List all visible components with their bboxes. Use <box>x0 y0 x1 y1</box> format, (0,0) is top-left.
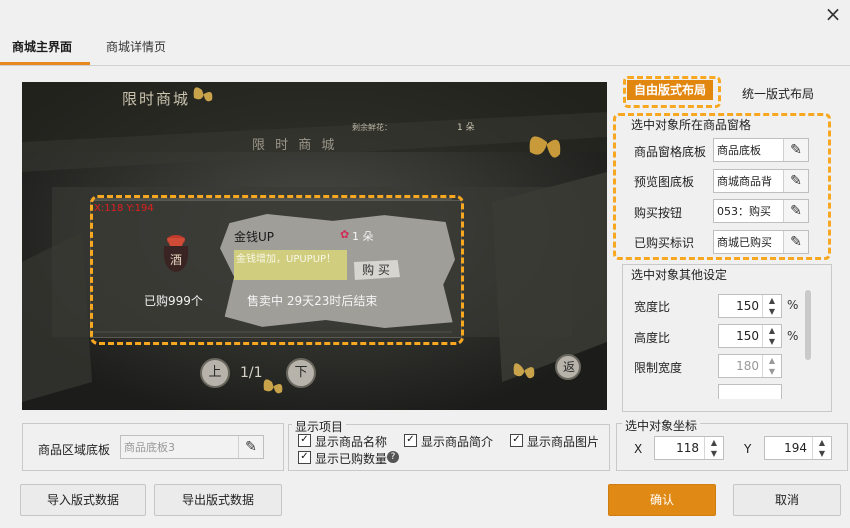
next-page-button[interactable]: 下 <box>286 358 316 388</box>
shop-title: 限时商城 <box>122 90 191 108</box>
field-value: 商品底板3 <box>124 441 175 454</box>
edit-icon[interactable]: ✎ <box>783 139 808 161</box>
cell-row-label: 购买按钮 <box>634 206 683 220</box>
limit-width-label: 限制宽度 <box>634 361 683 375</box>
show-image-label: 显示商品图片 <box>527 435 600 449</box>
area-bg-label: 商品区域底板 <box>38 443 111 457</box>
page-indicator: 1/1 <box>240 365 263 381</box>
shop-subtitle: 限 时 商 城 <box>252 138 338 153</box>
other-group-title: 选中对象其他设定 <box>628 266 731 283</box>
settings-scrollbar[interactable] <box>805 290 811 360</box>
cancel-button[interactable]: 取消 <box>733 484 841 516</box>
cell-row-label: 已购买标识 <box>634 236 695 250</box>
height-ratio-label: 高度比 <box>634 331 671 345</box>
stepper-arrows-icon[interactable]: ▲ ▼ <box>812 437 831 459</box>
show-image-checkbox[interactable]: ✓ <box>510 434 523 447</box>
y-stepper[interactable]: 194 ▲ ▼ <box>764 436 832 460</box>
help-icon[interactable]: ? <box>387 451 399 463</box>
export-layout-button[interactable]: 导出版式数据 <box>154 484 282 516</box>
edit-icon[interactable]: ✎ <box>238 436 263 458</box>
percent-unit: % <box>787 298 799 312</box>
hidden-stepper <box>718 384 782 399</box>
limit-width-stepper[interactable]: 180 ▲ ▼ <box>718 354 782 378</box>
x-label: X <box>634 442 643 456</box>
show-intro-checkbox[interactable]: ✓ <box>404 434 417 447</box>
buy-button-field[interactable]: 053：购买 ✎ <box>713 199 809 223</box>
tab-shop-detail[interactable]: 商城详情页 <box>106 36 166 66</box>
back-button[interactable]: 返 <box>558 358 580 375</box>
stepper-value: 194 <box>784 441 807 455</box>
coords-title: 选中对象坐标 <box>622 417 701 434</box>
stepper-arrows-icon[interactable]: ▲ ▼ <box>762 295 781 317</box>
show-bought-checkbox[interactable]: ✓ <box>298 451 311 464</box>
tab-unified-layout[interactable]: 统一版式布局 <box>742 85 814 102</box>
cell-row-label: 商品窗格底板 <box>634 145 707 159</box>
show-bought-label: 显示已购数量 <box>315 452 388 466</box>
width-ratio-stepper[interactable]: 150 ▲ ▼ <box>718 294 782 318</box>
stepper-value: 180 <box>736 359 759 373</box>
stepper-value: 150 <box>736 329 759 343</box>
stepper-value: 150 <box>736 299 759 313</box>
import-layout-button[interactable]: 导入版式数据 <box>20 484 146 516</box>
tab-divider <box>0 65 850 66</box>
edit-icon[interactable]: ✎ <box>783 170 808 192</box>
title-bar <box>0 0 850 30</box>
stepper-arrows-icon[interactable]: ▲ ▼ <box>704 437 723 459</box>
field-value: 053：购买 <box>717 205 771 218</box>
preview-bg-field[interactable]: 商城商品背 ✎ <box>713 169 809 193</box>
field-value: 商城商品背 <box>717 175 772 188</box>
percent-unit: % <box>787 329 799 343</box>
area-bg-field[interactable]: 商品底板3 ✎ <box>120 435 264 459</box>
bought-mark-field[interactable]: 商城已购买 ✎ <box>713 230 809 254</box>
shop-layout-dialog: × 商城主界面 商城详情页 限时商城 限 时 商 城 剩余鲜花： 1 朵 X:1… <box>0 0 850 528</box>
width-ratio-label: 宽度比 <box>634 300 671 314</box>
cell-row-label: 预览图底板 <box>634 175 695 189</box>
show-intro-label: 显示商品简介 <box>421 435 494 449</box>
tab-free-layout[interactable]: 自由版式布局 <box>627 80 713 100</box>
show-name-label: 显示商品名称 <box>315 435 388 449</box>
x-stepper[interactable]: 118 ▲ ▼ <box>654 436 724 460</box>
stepper-arrows-icon[interactable]: ▲ ▼ <box>762 325 781 347</box>
y-label: Y <box>744 442 752 456</box>
height-ratio-stepper[interactable]: 150 ▲ ▼ <box>718 324 782 348</box>
field-value: 商品底板 <box>717 144 761 157</box>
cell-bg-field[interactable]: 商品底板 ✎ <box>713 138 809 162</box>
show-name-checkbox[interactable]: ✓ <box>298 434 311 447</box>
field-value: 商城已购买 <box>717 236 772 249</box>
close-icon[interactable]: × <box>822 4 844 26</box>
edit-icon[interactable]: ✎ <box>783 231 808 253</box>
edit-icon[interactable]: ✎ <box>783 200 808 222</box>
selection-highlight <box>90 195 464 345</box>
stepper-arrows-icon[interactable]: ▲ ▼ <box>762 355 781 377</box>
cell-group-title: 选中对象所在商品窗格 <box>628 116 755 133</box>
confirm-button[interactable]: 确认 <box>608 484 716 516</box>
prev-page-button[interactable]: 上 <box>200 358 230 388</box>
stepper-value: 118 <box>676 441 699 455</box>
remaining-flowers-value: 1 朵 <box>457 123 475 133</box>
remaining-flowers-label: 剩余鲜花： <box>352 123 392 132</box>
